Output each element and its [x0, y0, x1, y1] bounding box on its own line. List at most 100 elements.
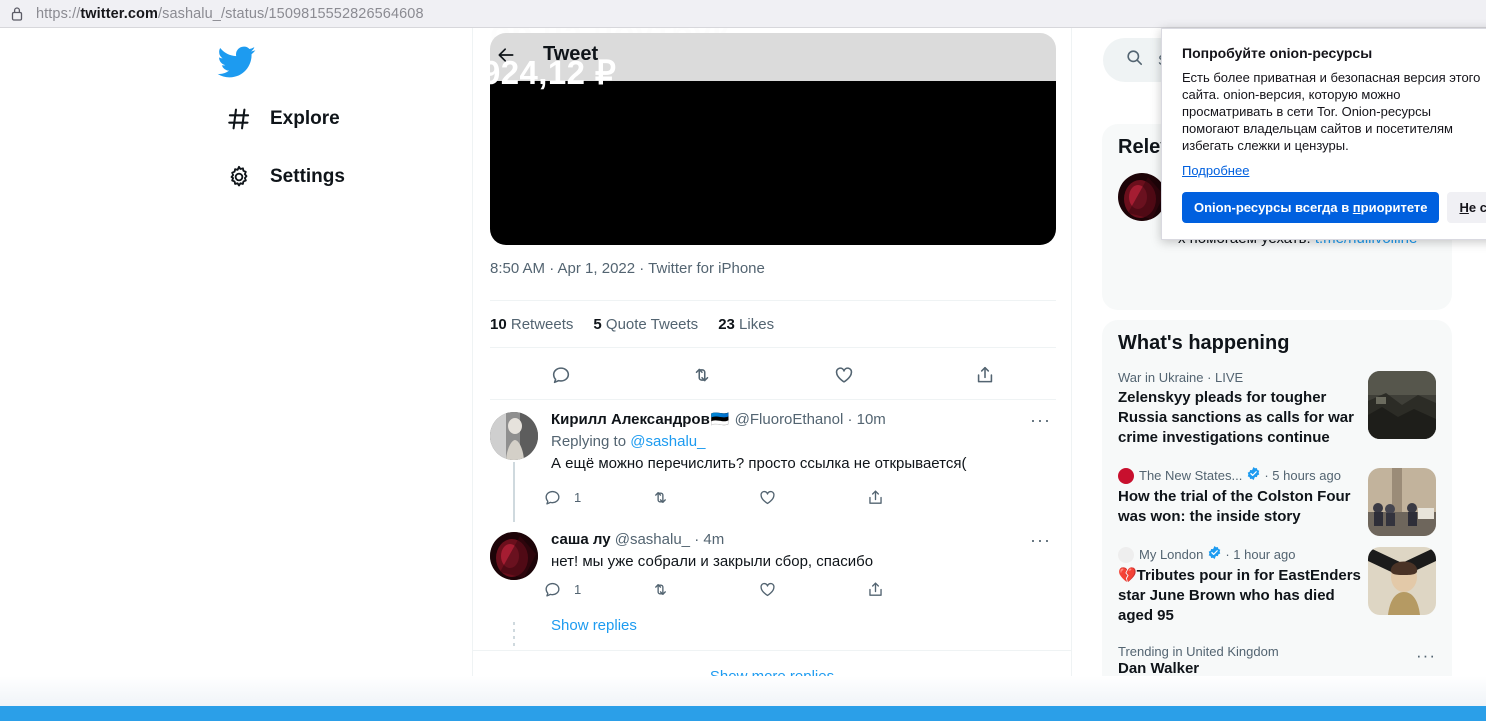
- like-icon[interactable]: [773, 364, 915, 386]
- tweet-main-column: ор на ноутбук 924,12 ₽ Tweet 8:50 AM · A…: [472, 28, 1072, 706]
- more-options-icon[interactable]: ···: [1030, 530, 1051, 551]
- reply-action-bar: 1: [543, 488, 973, 507]
- share-icon[interactable]: [866, 488, 974, 507]
- popup-title: Попробуйте onion-ресурсы: [1182, 45, 1373, 61]
- tweet-action-bar: [490, 350, 1056, 400]
- news-item[interactable]: The New States... · 5 hours ago How the …: [1102, 458, 1452, 537]
- reply-icon[interactable]: [490, 364, 632, 386]
- share-icon[interactable]: [866, 580, 974, 599]
- reply-icon[interactable]: 1: [543, 580, 651, 599]
- bottom-status-bar: [0, 706, 1486, 721]
- back-arrow-icon[interactable]: [489, 38, 523, 72]
- news-source: My London: [1139, 547, 1204, 562]
- retweet-icon[interactable]: [651, 488, 759, 507]
- reply-body: Кирилл Александров🇪🇪 @FluoroEthanol · 10…: [551, 410, 1041, 474]
- replying-to-handle[interactable]: @sashalu_: [630, 433, 705, 450]
- stat-quote-count: 5: [593, 315, 602, 333]
- news-thumbnail[interactable]: [1368, 468, 1436, 536]
- news-category: My London · 1 hour ago: [1118, 545, 1370, 565]
- reply-author-name[interactable]: саша лу: [551, 531, 611, 548]
- stat-likes-count: 23: [718, 315, 735, 333]
- stat-quote-tweets[interactable]: 5 Quote Tweets: [593, 316, 698, 333]
- like-icon[interactable]: [758, 488, 866, 507]
- separator-dot: ·: [847, 411, 853, 428]
- news-thumbnail[interactable]: [1368, 547, 1436, 615]
- sidebar-item-settings[interactable]: Settings: [212, 152, 359, 202]
- reply-count: 1: [574, 490, 582, 505]
- news-body: My London · 1 hour ago 💔Tributes pour in…: [1118, 545, 1370, 626]
- retweet-icon[interactable]: [651, 580, 759, 599]
- source-logo-icon: [1118, 547, 1134, 563]
- sidebar-item-label: Settings: [270, 166, 345, 187]
- reply-icon[interactable]: 1: [543, 488, 651, 507]
- replying-to-line: Replying to @sashalu_: [551, 432, 1041, 452]
- url-path: /sashalu_/status/1509815552826564608: [157, 5, 424, 22]
- retweet-icon[interactable]: [632, 364, 774, 386]
- news-item[interactable]: My London · 1 hour ago 💔Tributes pour in…: [1102, 537, 1452, 636]
- news-category-text: War in Ukraine · LIVE: [1118, 370, 1244, 385]
- reply-author-handle[interactable]: @FluoroEthanol: [735, 411, 844, 428]
- learn-more-link[interactable]: Подробнее: [1182, 163, 1249, 178]
- news-category: The New States... · 5 hours ago: [1118, 466, 1370, 486]
- page-title: Tweet: [543, 43, 599, 65]
- popup-body-text: Есть более приватная и безопасная версия…: [1182, 70, 1481, 153]
- sidebar-item-label: Explore: [270, 108, 340, 129]
- share-icon[interactable]: [915, 364, 1057, 386]
- stat-likes-label: Likes: [739, 315, 775, 333]
- avatar[interactable]: [1118, 173, 1166, 221]
- more-options-icon[interactable]: ···: [1030, 410, 1051, 431]
- news-category: War in Ukraine · LIVE: [1118, 369, 1370, 387]
- whats-happening-card: What's happening War in Ukraine · LIVE Z…: [1102, 320, 1452, 706]
- reply-author-line: саша лу @sashalu_ · 4m: [551, 530, 1041, 550]
- news-body: War in Ukraine · LIVE Zelenskyy pleads f…: [1118, 369, 1370, 448]
- reply-author-handle[interactable]: @sashalu_: [615, 531, 690, 548]
- lock-icon: [10, 6, 24, 22]
- trending-category: Trending in United Kingdom: [1118, 644, 1279, 659]
- not-now-button[interactable]: Не сейчас: [1447, 192, 1486, 223]
- reply-author-name[interactable]: Кирилл Александров: [551, 411, 710, 428]
- twitter-bird-logo[interactable]: [216, 42, 256, 82]
- hashtag-icon: [226, 106, 252, 132]
- reply-action-bar: 1: [543, 580, 973, 599]
- avatar[interactable]: [490, 532, 538, 580]
- avatar[interactable]: [490, 412, 538, 460]
- news-title: 💔Tributes pour in for EastEnders star Ju…: [1118, 567, 1361, 624]
- more-options-icon[interactable]: ···: [1416, 646, 1436, 666]
- news-title: Zelenskyy pleads for tougher Russia sanc…: [1118, 389, 1354, 446]
- url-domain: twitter.com: [80, 5, 158, 22]
- reply-item[interactable]: саша лу @sashalu_ · 4m нет! мы уже собра…: [473, 522, 1071, 650]
- flag-icon: 🇪🇪: [710, 411, 730, 428]
- onion-services-popup: Попробуйте onion-ресурсы Есть более прив…: [1161, 28, 1486, 240]
- reply-text: А ещё можно перечислить? просто ссылка н…: [551, 455, 967, 472]
- reply-body: саша лу @sashalu_ · 4m нет! мы уже собра…: [551, 530, 1041, 572]
- reply-timestamp: 10m: [856, 411, 886, 428]
- whats-happening-title: What's happening: [1118, 332, 1290, 354]
- popup-button-row: Onion-ресурсы всегда в приоритете Не сей…: [1182, 192, 1486, 223]
- thread-line-dotted: [513, 622, 515, 648]
- reply-count: 1: [574, 582, 582, 597]
- url-text: https://twitter.com/sashalu_/status/1509…: [36, 6, 424, 22]
- news-thumbnail[interactable]: [1368, 371, 1436, 439]
- news-time: · 5 hours ago: [1264, 468, 1341, 483]
- show-replies-link[interactable]: Show replies: [551, 617, 637, 634]
- stat-retweets-label: Retweets: [510, 315, 574, 333]
- stat-likes[interactable]: 23 Likes: [718, 316, 774, 333]
- like-icon[interactable]: [758, 580, 866, 599]
- separator-dot: ·: [694, 531, 700, 548]
- tweet-timestamp: 8:50 AM · Apr 1, 2022 · Twitter for iPho…: [490, 260, 765, 277]
- prioritize-onion-button[interactable]: Onion-ресурсы всегда в приоритете: [1182, 192, 1440, 223]
- stat-retweets[interactable]: 10 Retweets: [490, 316, 573, 333]
- news-item[interactable]: War in Ukraine · LIVE Zelenskyy pleads f…: [1102, 361, 1452, 458]
- sidebar-item-explore[interactable]: Explore: [212, 94, 354, 144]
- browser-url-bar[interactable]: https://twitter.com/sashalu_/status/1509…: [0, 0, 1486, 28]
- reply-item[interactable]: Кирилл Александров🇪🇪 @FluoroEthanol · 10…: [473, 402, 1071, 522]
- stat-quote-label: Quote Tweets: [605, 315, 699, 333]
- gear-icon: [226, 164, 252, 190]
- news-title: How the trial of the Colston Four was wo…: [1118, 488, 1351, 525]
- left-sidebar: Explore Settings: [0, 28, 472, 706]
- verified-badge-icon: [1246, 466, 1261, 486]
- news-source: The New States...: [1139, 468, 1243, 483]
- search-icon: [1125, 48, 1144, 72]
- replying-to-prefix: Replying to: [551, 433, 631, 450]
- source-logo-icon: [1118, 468, 1134, 484]
